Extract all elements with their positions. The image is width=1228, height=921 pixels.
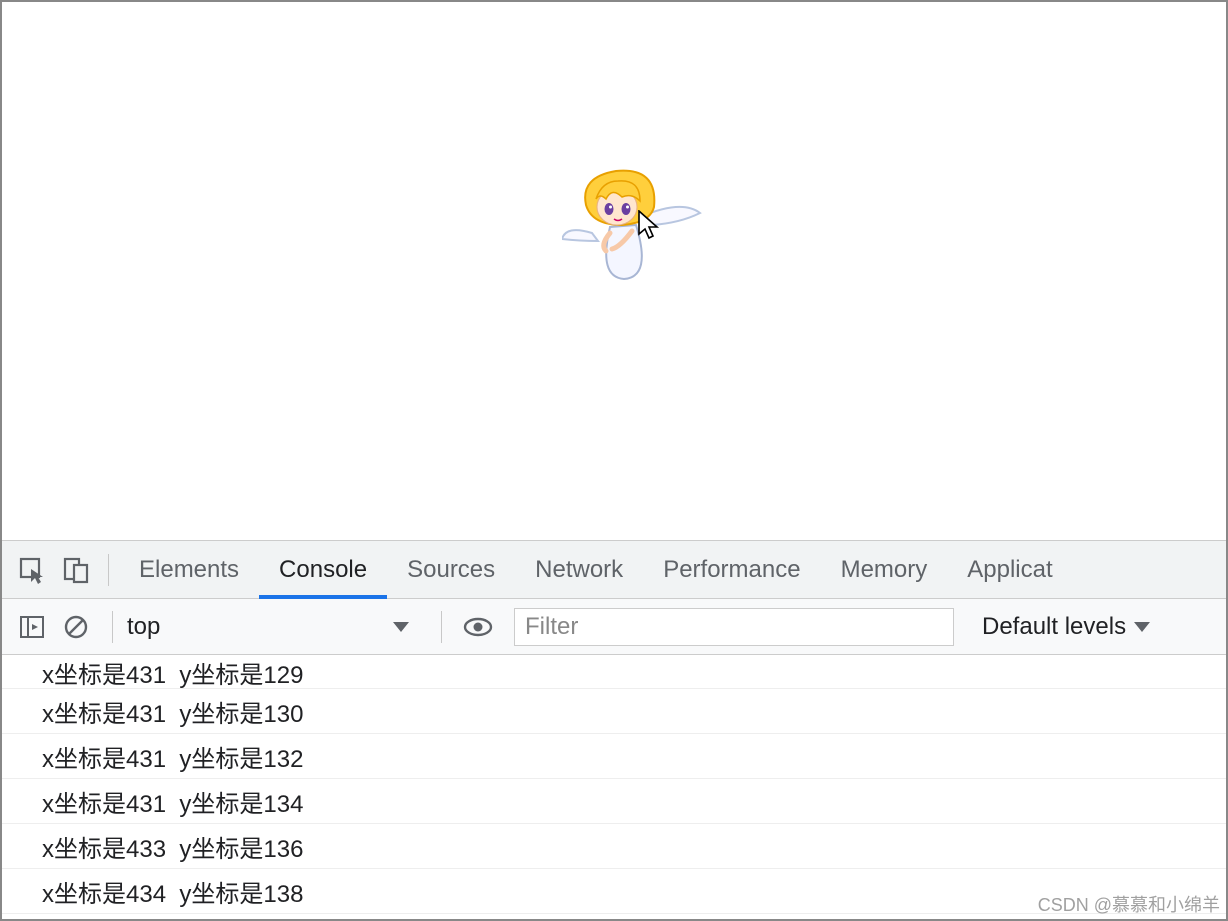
live-expression-icon[interactable] — [460, 609, 496, 645]
devtools-tab-strip: Elements Console Sources Network Performance… — [2, 541, 1226, 599]
console-sidebar-toggle-icon[interactable] — [14, 609, 50, 645]
console-filter-input[interactable]: Filter — [514, 608, 954, 646]
console-log-row: x坐标是431 y坐标是132 — [2, 734, 1226, 779]
console-toolbar: top Filter Default levels — [2, 599, 1226, 655]
tab-label: Applicat — [967, 556, 1052, 584]
page-viewport[interactable] — [2, 2, 1226, 540]
tab-console[interactable]: Console — [259, 541, 387, 599]
device-toggle-icon[interactable] — [58, 552, 94, 588]
tab-label: Sources — [407, 556, 495, 584]
console-output[interactable]: x坐标是431 y坐标是129 x坐标是431 y坐标是130 x坐标是431 y坐… — [2, 655, 1226, 919]
separator — [441, 611, 442, 643]
console-log-row: x坐标是431 y坐标是129 — [2, 655, 1226, 689]
console-log-text: x坐标是433 y坐标是136 — [42, 829, 303, 864]
console-log-text: x坐标是434 y坐标是138 — [42, 874, 303, 909]
console-log-text: x坐标是431 y坐标是129 — [42, 655, 303, 690]
console-log-text: x坐标是431 y坐标是130 — [42, 694, 303, 729]
separator — [108, 554, 109, 586]
inspect-element-icon[interactable] — [14, 552, 50, 588]
execution-context-value: top — [127, 613, 160, 641]
console-log-text: x坐标是431 y坐标是134 — [42, 784, 303, 819]
chevron-down-icon — [1134, 622, 1150, 632]
tab-label: Console — [279, 556, 367, 584]
console-log-row: x坐标是431 y坐标是134 — [2, 779, 1226, 824]
console-log-text: x坐标是431 y坐标是132 — [42, 739, 303, 774]
tab-elements[interactable]: Elements — [119, 541, 259, 599]
chevron-down-icon — [393, 622, 409, 632]
log-level-select[interactable]: Default levels — [982, 613, 1150, 641]
cursor-icon — [638, 210, 660, 245]
tab-memory[interactable]: Memory — [821, 541, 948, 599]
tab-label: Memory — [841, 556, 928, 584]
tab-label: Performance — [663, 556, 800, 584]
filter-placeholder: Filter — [525, 613, 578, 641]
clear-console-icon[interactable] — [58, 609, 94, 645]
tab-label: Elements — [139, 556, 239, 584]
tab-network[interactable]: Network — [515, 541, 643, 599]
separator — [112, 611, 113, 643]
console-log-row: x坐标是433 y坐标是136 — [2, 824, 1226, 869]
log-level-value: Default levels — [982, 613, 1126, 641]
devtools-panel: Elements Console Sources Network Performance… — [2, 540, 1226, 919]
tab-performance[interactable]: Performance — [643, 541, 820, 599]
tab-sources[interactable]: Sources — [387, 541, 515, 599]
console-log-row: x坐标是431 y坐标是130 — [2, 689, 1226, 734]
watermark: CSDN @慕慕和小绵羊 — [1038, 891, 1220, 917]
tab-label: Network — [535, 556, 623, 584]
tab-applicat[interactable]: Applicat — [947, 541, 1072, 599]
execution-context-select[interactable]: top — [127, 613, 427, 641]
angel-sprite — [562, 167, 702, 292]
